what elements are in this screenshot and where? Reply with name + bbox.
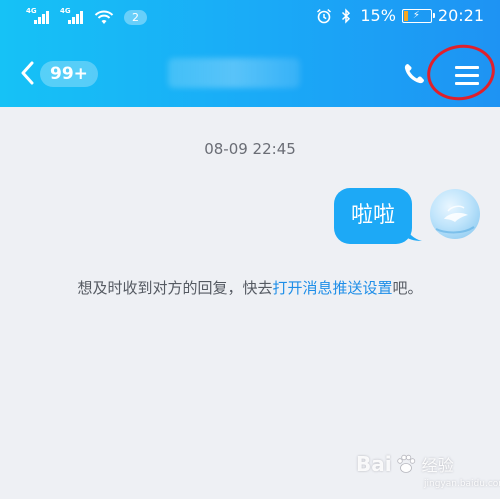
status-bar: 4G 4G 2 15% ⚡ 20:21 [0,0,500,34]
notice-text: 想及时收到对方的回复，快去 [77,279,273,297]
back-button[interactable]: 99+ [16,57,104,91]
watermark-brand-suffix: 经验 [421,456,454,475]
message-bubble[interactable]: 啦啦 [334,188,412,244]
watermark-url: jingyan.baidu.com [424,479,500,489]
bluetooth-icon [342,7,351,24]
notice-suffix: 吧。 [392,279,423,297]
watermark-brand: Bai [356,452,392,476]
status-bar-right: 15% ⚡ 20:21 [316,6,484,25]
battery-icon: ⚡ [401,8,435,23]
voice-call-button[interactable] [400,60,428,88]
wifi-icon [94,10,114,24]
header-bar: 4G 4G 2 15% ⚡ 20:21 99+ [0,0,500,107]
push-settings-link[interactable]: 打开消息推送设置 [272,279,392,297]
avatar-image [435,205,475,234]
sim2-signal-icon: 4G [60,7,88,26]
contact-name-blurred [168,58,300,88]
phone-icon [404,64,424,84]
notification-count-badge: 2 [124,9,147,25]
alarm-icon [317,8,332,23]
battery-percent: 15% [360,6,396,25]
bubble-tail [404,224,422,241]
baidu-jingyan-watermark: Bai 经验 jingyan.baidu.com [356,452,500,489]
status-bar-left: 4G 4G 2 [26,7,147,26]
unread-count-badge: 99+ [40,61,98,87]
chevron-left-icon [21,61,34,85]
message-timestamp: 08-09 22:45 [204,140,296,158]
paw-icon [396,454,415,473]
avatar[interactable] [430,189,480,239]
status-time: 20:21 [437,6,484,25]
sim1-signal-icon: 4G [26,7,54,26]
push-settings-notice: 想及时收到对方的回复，快去打开消息推送设置吧。 [0,277,500,298]
